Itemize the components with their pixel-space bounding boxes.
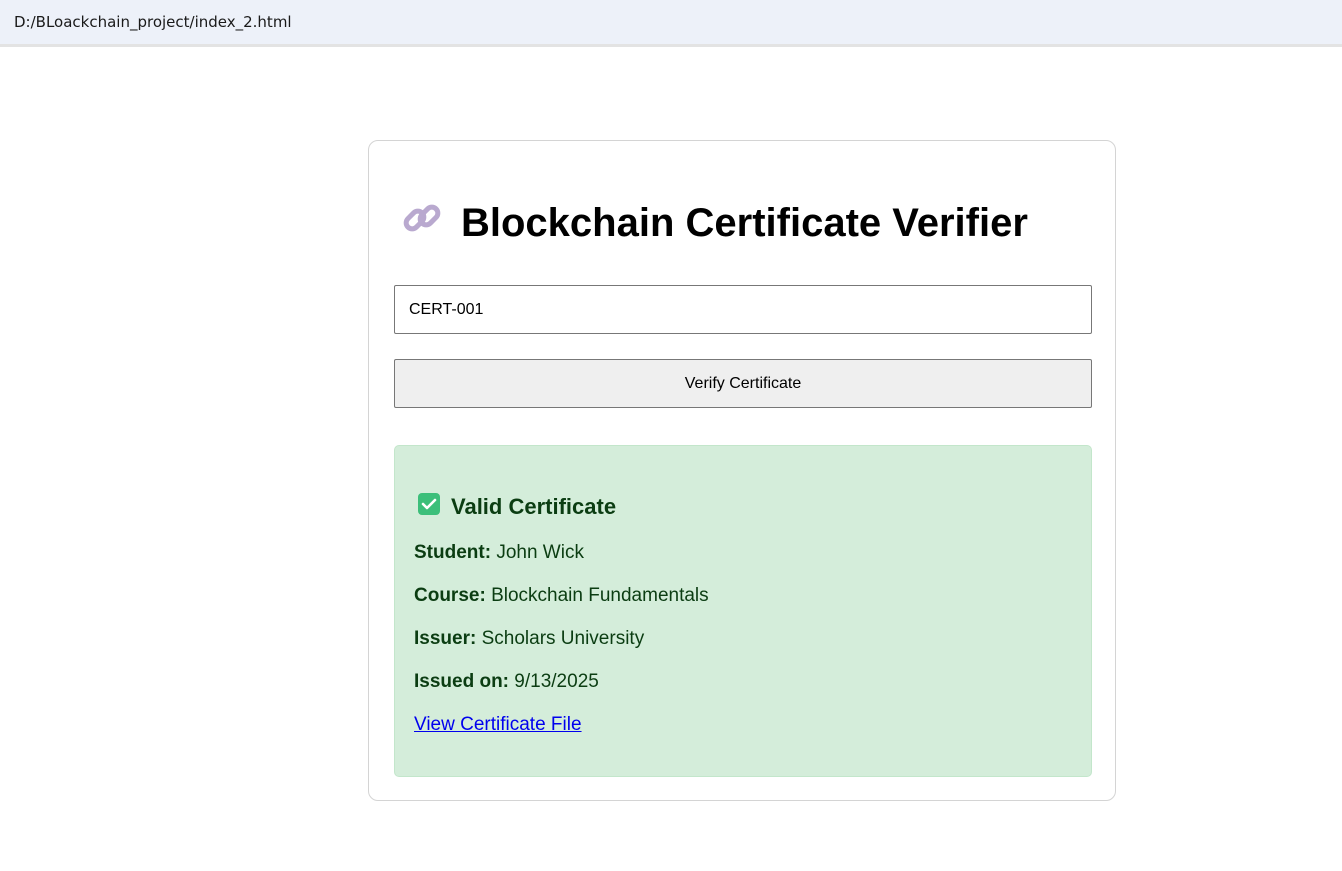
student-label: Student: xyxy=(414,542,492,563)
view-certificate-link[interactable]: View Certificate File xyxy=(414,714,582,736)
title-text: Blockchain Certificate Verifier xyxy=(461,200,1028,245)
certificate-id-input[interactable] xyxy=(394,285,1092,334)
course-row: Course: Blockchain Fundamentals xyxy=(414,585,709,607)
issuer-row: Issuer: Scholars University xyxy=(414,628,644,650)
course-value: Blockchain Fundamentals xyxy=(491,585,709,606)
link-icon xyxy=(401,197,443,249)
address-text: D:/BLoackchain_project/index_2.html xyxy=(14,13,292,31)
issued-row: Issued on: 9/13/2025 xyxy=(414,671,599,693)
student-row: Student: John Wick xyxy=(414,542,584,564)
issued-label: Issued on: xyxy=(414,671,510,692)
page-title: Blockchain Certificate Verifier xyxy=(401,197,1028,249)
course-label: Course: xyxy=(414,585,486,606)
check-box-icon xyxy=(417,492,441,522)
issued-value: 9/13/2025 xyxy=(514,671,599,692)
address-bar[interactable]: D:/BLoackchain_project/index_2.html xyxy=(0,0,1342,47)
issuer-value: Scholars University xyxy=(481,628,645,649)
result-panel: Valid Certificate Student: John Wick Cou… xyxy=(394,445,1092,777)
verify-certificate-button[interactable]: Verify Certificate xyxy=(394,359,1092,408)
issuer-label: Issuer: xyxy=(414,628,477,649)
student-value: John Wick xyxy=(496,542,584,563)
verifier-card: Blockchain Certificate Verifier Verify C… xyxy=(368,140,1116,801)
status-text: Valid Certificate xyxy=(451,494,617,519)
status-heading: Valid Certificate xyxy=(417,492,616,522)
